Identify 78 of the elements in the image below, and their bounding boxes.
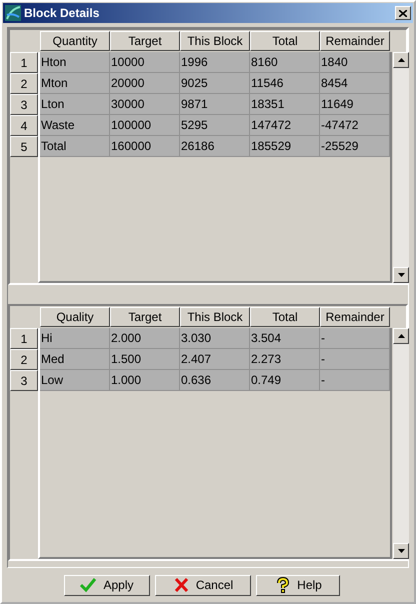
table-cell: 1996 bbox=[180, 52, 250, 73]
cancel-button[interactable]: Cancel bbox=[155, 574, 251, 596]
scroll-down-button[interactable] bbox=[393, 543, 409, 559]
vertical-scrollbar[interactable] bbox=[393, 52, 409, 283]
table-cell: 8160 bbox=[250, 52, 320, 73]
down-arrow-icon bbox=[398, 273, 404, 277]
table-cell: 9871 bbox=[180, 94, 250, 115]
table-cell: 26186 bbox=[180, 136, 250, 157]
table-cell: 0.749 bbox=[250, 370, 320, 391]
table-cell: Total bbox=[40, 136, 110, 157]
row-header[interactable]: 3 bbox=[10, 370, 38, 391]
app-icon bbox=[5, 5, 21, 21]
column-header[interactable]: This Block bbox=[180, 31, 250, 51]
table-cell: 3.030 bbox=[180, 328, 250, 349]
column-header[interactable]: Target bbox=[110, 307, 180, 327]
row-header[interactable]: 2 bbox=[10, 349, 38, 370]
table-cell: 160000 bbox=[110, 136, 180, 157]
table-cell: - bbox=[320, 370, 390, 391]
check-icon bbox=[80, 577, 98, 593]
table-cell: 100000 bbox=[110, 115, 180, 136]
table-cell: Waste bbox=[40, 115, 110, 136]
table-cell: Lton bbox=[40, 94, 110, 115]
close-icon bbox=[172, 577, 190, 593]
up-arrow-icon bbox=[398, 58, 404, 62]
up-arrow-icon bbox=[398, 334, 404, 338]
scroll-up-button[interactable] bbox=[393, 52, 409, 68]
column-header[interactable]: Total bbox=[250, 31, 320, 51]
table-cell: 0.636 bbox=[180, 370, 250, 391]
row-header[interactable]: 4 bbox=[10, 115, 38, 136]
help-button[interactable]: Help bbox=[256, 574, 340, 596]
table-cell: 8454 bbox=[320, 73, 390, 94]
column-header[interactable]: Quality bbox=[40, 307, 110, 327]
vertical-scrollbar[interactable] bbox=[393, 328, 409, 559]
close-button[interactable] bbox=[395, 6, 411, 20]
table-cell: Hi bbox=[40, 328, 110, 349]
scroll-down-button[interactable] bbox=[393, 267, 409, 283]
row-header[interactable]: 1 bbox=[10, 328, 38, 349]
table-cell: Med bbox=[40, 349, 110, 370]
table-cell: 2.407 bbox=[180, 349, 250, 370]
table-cell: 20000 bbox=[110, 73, 180, 94]
table-cell: 2.273 bbox=[250, 349, 320, 370]
table-cell: 10000 bbox=[110, 52, 180, 73]
row-header[interactable]: 3 bbox=[10, 94, 38, 115]
scroll-up-button[interactable] bbox=[393, 328, 409, 344]
table-cell: 3.504 bbox=[250, 328, 320, 349]
column-header[interactable]: Quantity bbox=[40, 31, 110, 51]
table-cell: 147472 bbox=[250, 115, 320, 136]
table-cell: 2.000 bbox=[110, 328, 180, 349]
table-cell: - bbox=[320, 328, 390, 349]
table-cell: 1.500 bbox=[110, 349, 180, 370]
table-cell: 11546 bbox=[250, 73, 320, 94]
row-header[interactable]: 5 bbox=[10, 136, 38, 157]
close-icon bbox=[399, 10, 407, 16]
column-header[interactable]: This Block bbox=[180, 307, 250, 327]
table-cell: 5295 bbox=[180, 115, 250, 136]
table-cell: Hton bbox=[40, 52, 110, 73]
table-cell: -47472 bbox=[320, 115, 390, 136]
table-cell: -25529 bbox=[320, 136, 390, 157]
table-cell: 30000 bbox=[110, 94, 180, 115]
table-cell: 9025 bbox=[180, 73, 250, 94]
apply-button[interactable]: Apply bbox=[64, 574, 150, 596]
table-cell: 1.000 bbox=[110, 370, 180, 391]
column-header[interactable]: Total bbox=[250, 307, 320, 327]
row-header[interactable]: 1 bbox=[10, 52, 38, 73]
table-cell: Mton bbox=[40, 73, 110, 94]
table-cell: 18351 bbox=[250, 94, 320, 115]
table-cell: Low bbox=[40, 370, 110, 391]
column-header[interactable]: Remainder bbox=[320, 307, 390, 327]
window-title: Block Details bbox=[24, 6, 100, 20]
question-mark-icon bbox=[274, 577, 292, 593]
column-header[interactable]: Remainder bbox=[320, 31, 390, 51]
down-arrow-icon bbox=[398, 549, 404, 553]
table-cell: 1840 bbox=[320, 52, 390, 73]
table-cell: 185529 bbox=[250, 136, 320, 157]
table-cell: - bbox=[320, 349, 390, 370]
column-header[interactable]: Target bbox=[110, 31, 180, 51]
table-cell: 11649 bbox=[320, 94, 390, 115]
row-header[interactable]: 2 bbox=[10, 73, 38, 94]
